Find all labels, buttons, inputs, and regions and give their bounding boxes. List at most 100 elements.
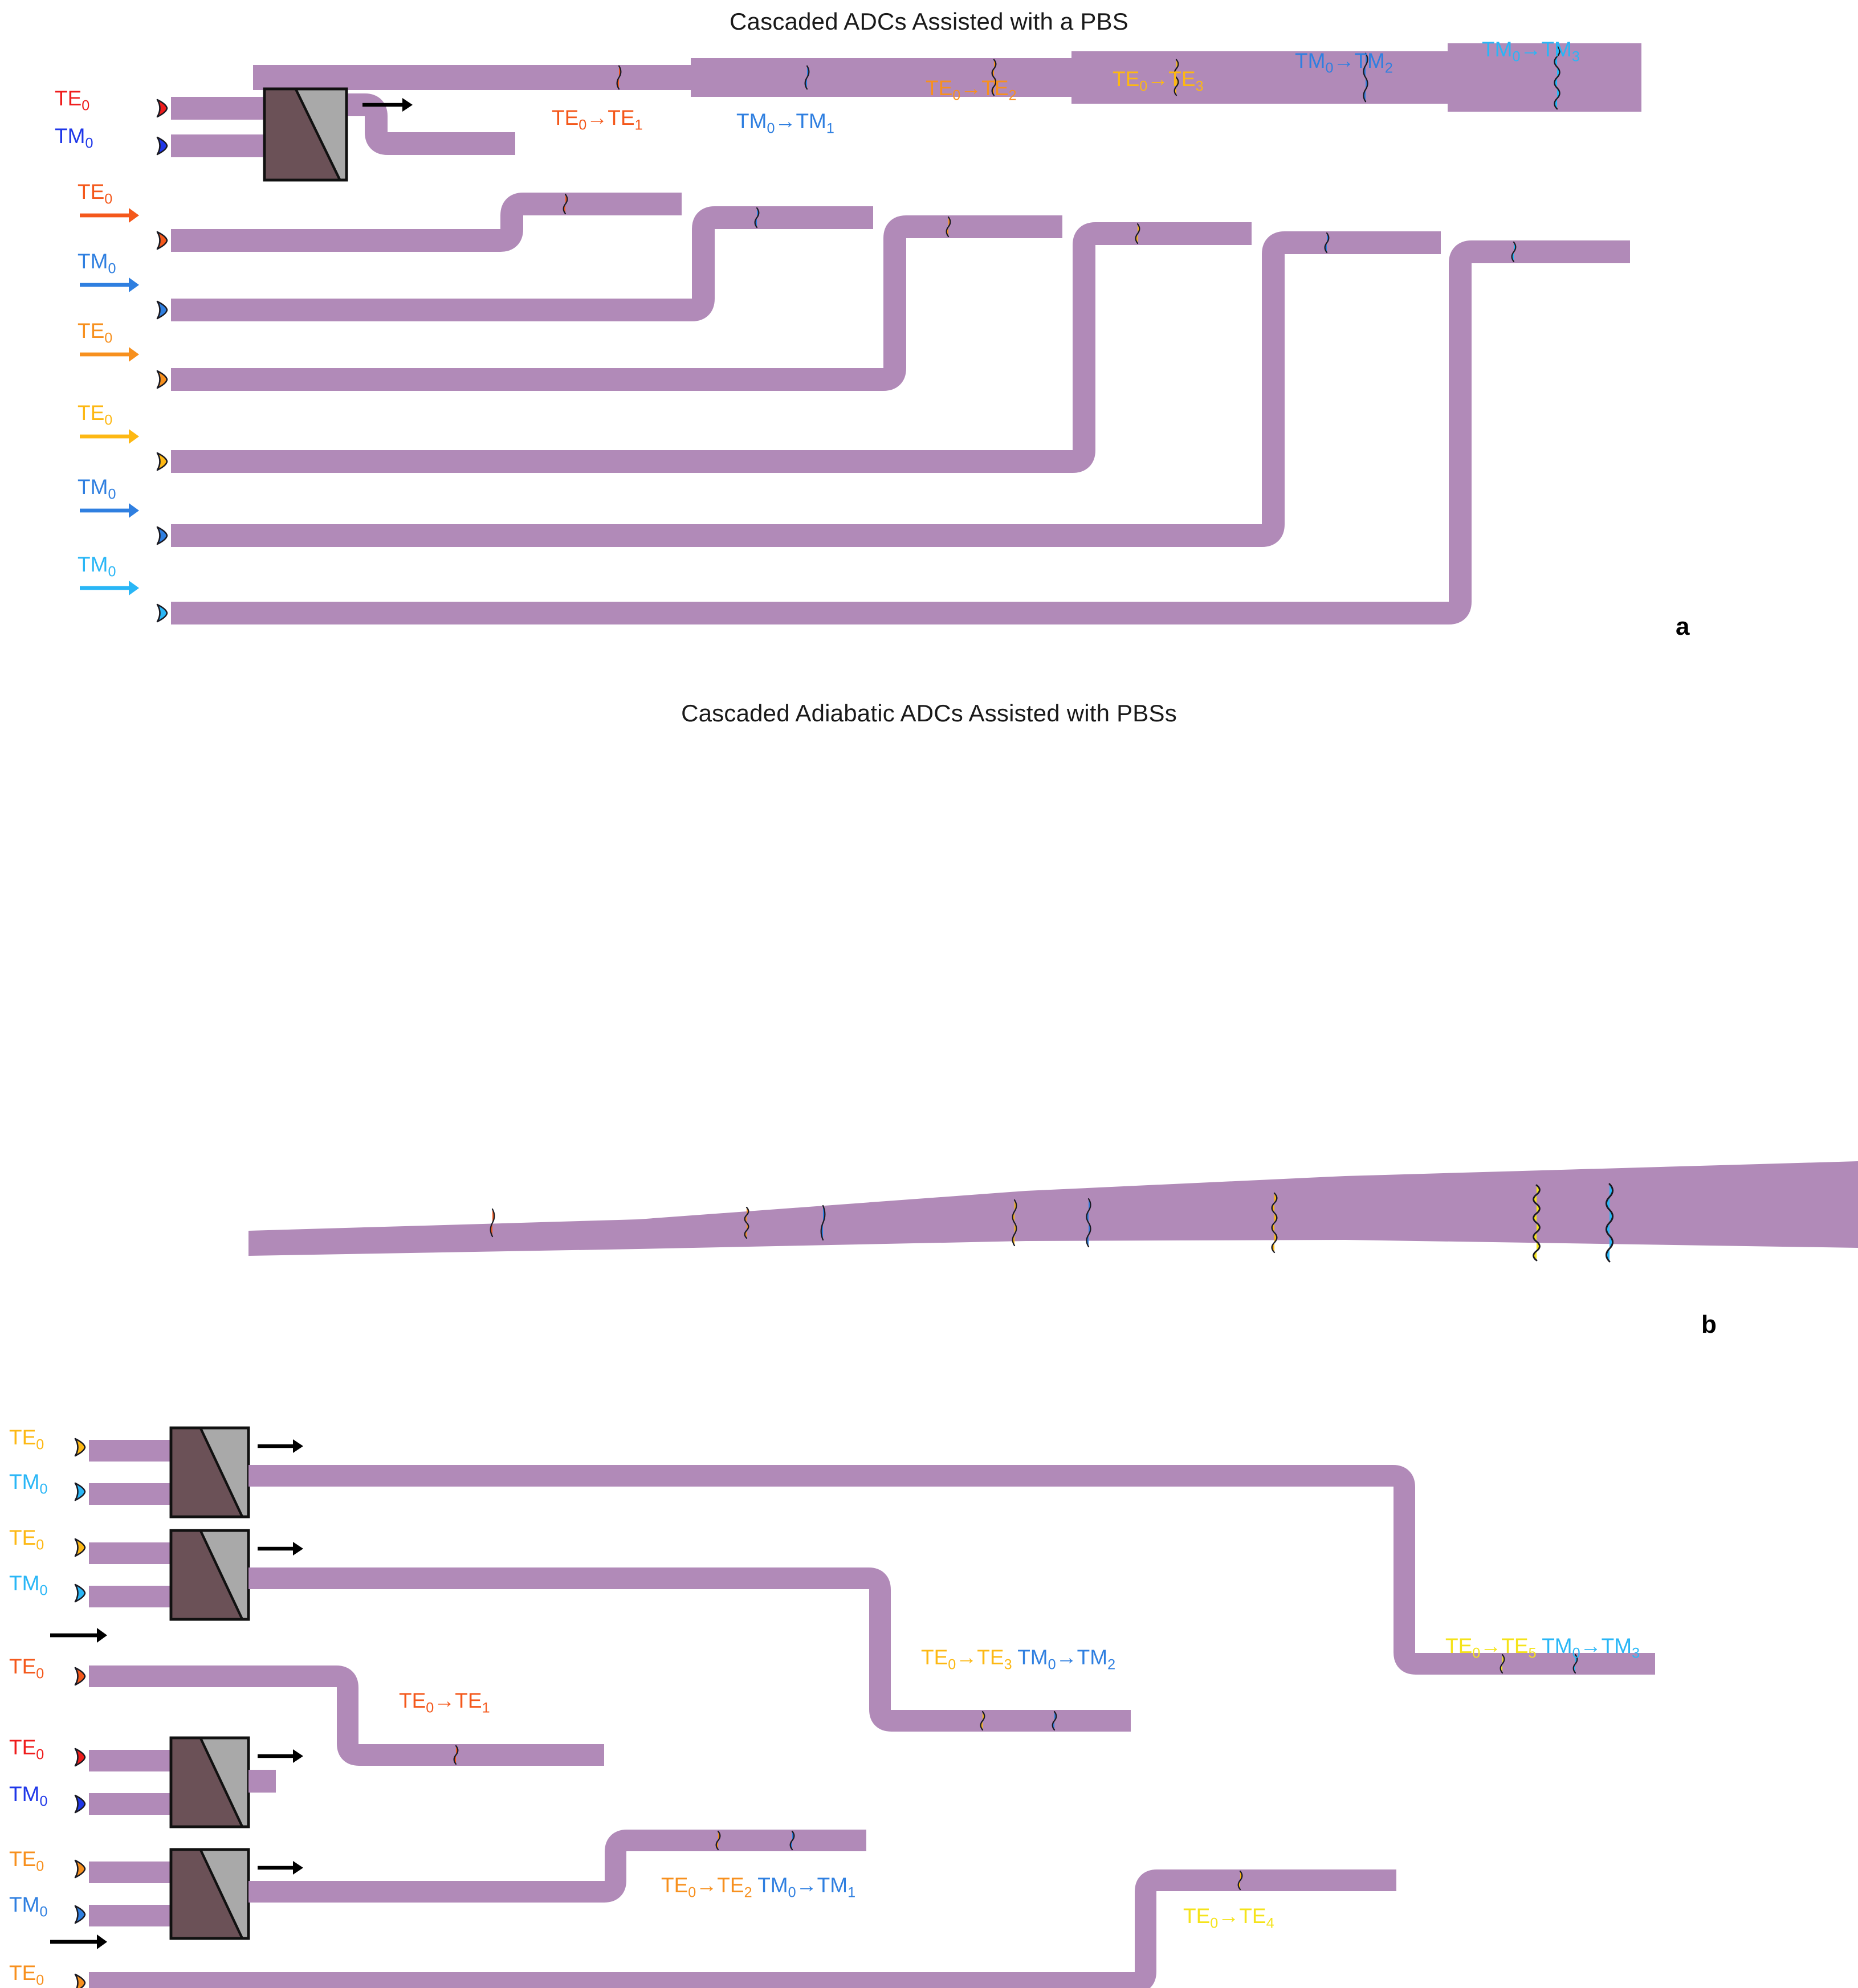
access-bend-5 — [1250, 231, 1441, 547]
access-waveguide-5 — [171, 524, 1261, 547]
conversion-label-part: TE0→TE4 — [1183, 1904, 1274, 1932]
port-chevron — [74, 1538, 86, 1557]
conversion-label: TM0→TM2 — [1295, 50, 1393, 76]
panel-b-letter: b — [1701, 1311, 1717, 1338]
conversion-label: TE0→TE3 TM0→TM2 — [921, 1647, 1115, 1672]
port-chevron-shape — [74, 1482, 86, 1501]
pbs-input-tm — [171, 134, 268, 157]
arrow-head — [293, 1749, 303, 1763]
port-chevron-shape — [156, 452, 168, 471]
port-chevron — [74, 1973, 86, 1988]
conversion-label: TM0→TM1 — [736, 111, 834, 136]
access-waveguide-4 — [171, 450, 1071, 473]
access-bend-3 — [872, 215, 1062, 391]
pbs-1-input-te — [89, 1440, 171, 1462]
input-port-label: TE0 — [9, 1736, 44, 1763]
arrow-head — [129, 277, 139, 292]
port-chevron-shape — [74, 1905, 86, 1924]
pbs-block[interactable] — [169, 1529, 250, 1621]
panel-b-diagram — [50, 1161, 1858, 1988]
pbs-block[interactable] — [263, 87, 348, 182]
pbs-3-input-tm — [89, 1793, 171, 1815]
conversion-label-part: TE0→TE2 — [661, 1873, 752, 1901]
arrow-head — [402, 98, 413, 112]
port-chevron — [156, 99, 168, 118]
arrow-head — [129, 347, 139, 362]
port-chevron-shape — [74, 1859, 86, 1879]
output-arrow-icon — [258, 1749, 303, 1763]
port-chevron — [74, 1667, 86, 1686]
access-bend-4 — [1061, 222, 1252, 473]
port-chevron-shape — [156, 99, 168, 118]
input-port-label: TE0 — [78, 319, 113, 346]
conversion-label: TE0→TE3 — [1113, 68, 1204, 94]
arrow-head — [97, 1628, 107, 1643]
conversion-label-part: TM0→TM1 — [757, 1873, 856, 1901]
input-port-label: TM0 — [9, 1782, 48, 1810]
panel-a-waveguides — [80, 43, 1641, 624]
port-chevron-shape — [156, 603, 168, 623]
pbs-block[interactable] — [169, 1736, 250, 1828]
port-chevron — [156, 370, 168, 389]
adiabatic-bus-waveguide — [248, 1161, 1858, 1256]
input-arrow-icon — [80, 429, 139, 444]
access-bend-6 — [1437, 240, 1630, 624]
pbs-4-input-te — [89, 1862, 171, 1883]
pbs-block[interactable] — [169, 1848, 250, 1940]
input-port-label: TE0 — [9, 1526, 44, 1553]
panel-a: Cascaded ADCs Assisted with a PBS a TE0 T… — [0, 0, 1858, 689]
conversion-label-part: TE0→TE3 — [921, 1646, 1012, 1673]
access-waveguide-6 — [171, 602, 1448, 624]
port-chevron — [74, 1794, 86, 1814]
input-arrow-icon — [50, 1628, 107, 1643]
panel-b: Cascaded Adiabatic ADCs Assisted with PB… — [0, 689, 1858, 1988]
input-arrow-icon — [80, 503, 139, 518]
port-chevron — [74, 1748, 86, 1767]
pbs-input-te — [171, 97, 268, 120]
pbs-2-input-te — [89, 1542, 171, 1564]
pbs3-to-bus — [248, 1770, 276, 1793]
conversion-label: TE0→TE1 — [552, 107, 643, 133]
input-arrow-icon — [80, 347, 139, 362]
access-waveguide-3 — [171, 368, 882, 391]
arrow-head — [129, 429, 139, 444]
input-port-label: TE0 — [55, 87, 90, 114]
input-port-label: TM0 — [9, 1470, 48, 1497]
port-chevron-shape — [74, 1667, 86, 1686]
access-bend-2 — [681, 206, 873, 321]
port-chevron — [74, 1905, 86, 1924]
pbs-to-bus-route — [347, 93, 515, 155]
panel-b-waveguides — [50, 1161, 1858, 1988]
port-chevron — [74, 1438, 86, 1457]
port-chevron — [74, 1583, 86, 1603]
conversion-label: TE0→TE1 — [399, 1690, 490, 1716]
port-chevron-shape — [156, 231, 168, 250]
arrow-head — [293, 1439, 303, 1453]
input-port-label: TE0 — [9, 1847, 44, 1875]
output-arrow-icon — [258, 1542, 303, 1556]
input-arrow-icon — [50, 1934, 107, 1949]
input-port-label: TM0 — [55, 124, 93, 152]
conversion-label-part: TE0→TE3 — [1113, 67, 1204, 95]
port-chevron — [156, 136, 168, 156]
port-chevron-shape — [74, 1973, 86, 1988]
port-chevron-shape — [156, 370, 168, 389]
input-port-label: TM0 — [9, 1571, 48, 1599]
access-waveguide-2 — [171, 299, 691, 321]
conversion-label-part: TE0→TE1 — [399, 1689, 490, 1716]
port-chevron-shape — [156, 526, 168, 545]
port-chevron-shape — [74, 1438, 86, 1457]
pbs-2-input-tm — [89, 1586, 171, 1607]
input-port-label: TE0 — [78, 401, 113, 428]
conversion-label: TE0→TE2 TM0→TM1 — [661, 1875, 855, 1900]
port-chevron — [156, 526, 168, 545]
port-chevron — [74, 1482, 86, 1501]
conversion-label-part: TM0→TM3 — [1482, 38, 1580, 65]
arrow-head — [129, 503, 139, 518]
input-port-label: TM0 — [78, 553, 116, 580]
port-chevron-shape — [74, 1794, 86, 1814]
panel-a-letter: a — [1676, 613, 1690, 640]
conversion-label-part: TE0→TE5 — [1445, 1634, 1537, 1662]
conversion-label-part: TM0→TM2 — [1017, 1646, 1116, 1673]
pbs-block[interactable] — [169, 1426, 250, 1518]
